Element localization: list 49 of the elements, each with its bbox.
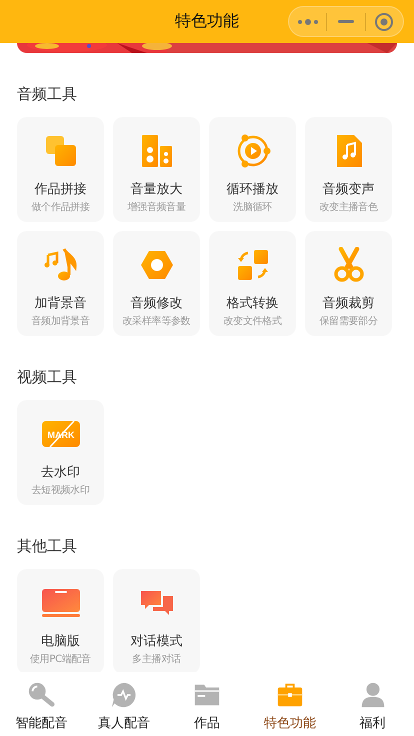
tab-item[interactable]: 真人配音 (82, 672, 166, 736)
briefcase-icon (276, 681, 304, 709)
section-title: 音频工具 (16, 84, 78, 105)
tool-description: 改变主播音色 (319, 201, 378, 215)
tool-name: 循环播放 (226, 181, 278, 198)
laptop-icon (40, 588, 80, 618)
tool-name: 音量放大 (130, 181, 182, 198)
tool-name: 对话模式 (130, 633, 182, 650)
tool-card[interactable]: 音频变声 改变主播音色 (305, 117, 392, 222)
tool-name: 去水印 (41, 464, 80, 481)
tool-card[interactable]: 电脑版 使用PC端配音 (17, 569, 104, 674)
tool-card[interactable]: 格式转换 改变文件格式 (209, 231, 296, 336)
tab-item[interactable]: 智能配音 (0, 672, 83, 736)
tool-name: 音频变声 (322, 181, 374, 198)
tool-card[interactable]: 音量放大 增强音频音量 (113, 117, 200, 222)
tool-description: 音频加背景音 (31, 315, 90, 329)
voice-bubble-icon (110, 681, 138, 709)
tool-card[interactable]: 音频修改 改采样率等参数 (113, 231, 200, 336)
tab-item[interactable]: 作品 (166, 672, 248, 736)
tab-item[interactable]: 福利 (331, 672, 414, 736)
more-icon[interactable] (296, 18, 319, 26)
section-title: 其他工具 (16, 536, 78, 557)
target-icon[interactable] (374, 12, 394, 32)
minimize-icon[interactable] (338, 20, 354, 24)
tool-description: 去短视频水印 (31, 484, 90, 498)
music-note-icon (42, 247, 78, 283)
tool-name: 作品拼接 (34, 181, 86, 198)
tool-name: 加背景音 (34, 295, 86, 312)
tool-description: 改变文件格式 (223, 315, 282, 329)
tool-description: 使用PC端配音 (30, 653, 91, 667)
tool-description: 保留需要部分 (319, 315, 378, 329)
tool-name: 音频裁剪 (322, 295, 374, 312)
magnifier-icon (27, 681, 56, 709)
tool-description: 增强音频音量 (127, 201, 186, 215)
tool-name: 电脑版 (41, 633, 80, 650)
tool-card[interactable]: 音频裁剪 保留需要部分 (305, 231, 392, 336)
tool-name: 格式转换 (226, 295, 278, 312)
tool-card[interactable]: 对话模式 多主播对话 (113, 569, 200, 674)
tool-description: 改采样率等参数 (122, 315, 190, 329)
page-title: 特色功能 (175, 11, 239, 32)
tool-card[interactable]: 循环播放 洗脑循环 (209, 117, 296, 222)
tool-card[interactable]: 加背景音 音频加背景音 (17, 231, 104, 336)
tool-card[interactable]: 作品拼接 做个作品拼接 (17, 117, 104, 222)
section-title: 视频工具 (16, 367, 78, 388)
tool-description: 洗脑循环 (233, 201, 272, 215)
tool-description: 多主播对话 (132, 653, 181, 667)
tab-item[interactable]: 特色功能 (248, 672, 332, 736)
tool-name: 音频修改 (130, 295, 182, 312)
tool-description: 做个作品拼接 (31, 201, 90, 215)
